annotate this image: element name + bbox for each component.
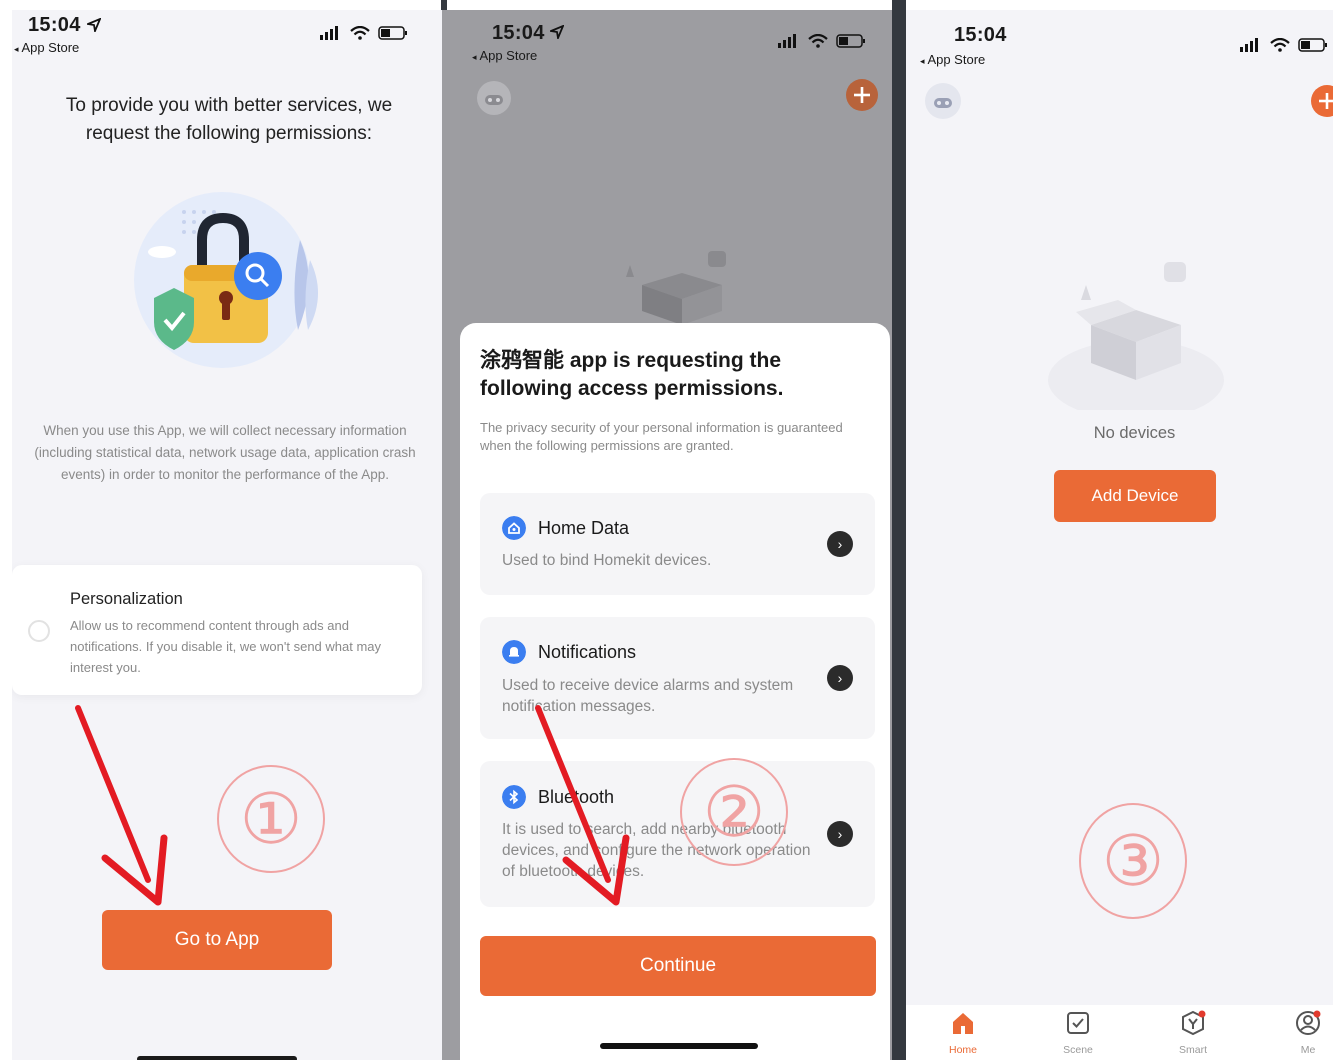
personalization-toggle[interactable] xyxy=(28,620,50,642)
back-caret-icon: ◂ xyxy=(920,56,925,66)
battery-icon xyxy=(1298,38,1327,52)
permission-request-subtitle: The privacy security of your personal in… xyxy=(480,420,843,453)
back-label: App Store xyxy=(21,40,80,55)
separator xyxy=(892,0,906,1060)
no-devices-text: No devices xyxy=(1093,424,1176,442)
tab-label: Scene xyxy=(1063,1044,1093,1056)
security-lock-illustration xyxy=(134,192,319,368)
add-plus-icon[interactable] xyxy=(845,78,879,112)
back-to-app-store[interactable]: ◂ App Store xyxy=(920,52,985,67)
home-data-icon xyxy=(502,516,526,540)
status-time: 15:04 xyxy=(28,14,81,36)
back-to-app-store[interactable]: ◂ App Store xyxy=(14,40,79,55)
tab-home[interactable]: Home xyxy=(928,1009,998,1056)
tab-label: Me xyxy=(1300,1044,1316,1056)
empty-box-icon xyxy=(1048,262,1224,410)
permission-item-home-data[interactable]: Home Data Used to bind Homekit devices. … xyxy=(480,493,875,595)
tab-smart[interactable]: Smart xyxy=(1158,1009,1228,1056)
tab-scene[interactable]: Scene xyxy=(1043,1009,1113,1056)
permission-item-notifications[interactable]: Notifications Used to receive device ala… xyxy=(480,617,875,739)
signal-icon xyxy=(1240,38,1258,52)
permission-title: Home Data xyxy=(538,518,630,538)
profile-icon xyxy=(1296,1010,1321,1035)
battery-icon xyxy=(378,26,407,40)
permission-item-bluetooth[interactable]: Bluetooth It is used to search, add near… xyxy=(480,761,875,907)
personalization-card[interactable]: Personalization Allow us to recommend co… xyxy=(12,565,422,695)
back-to-app-store[interactable]: ◂ App Store xyxy=(472,48,537,63)
screen-permissions-intro: 15:04 ◂ App Store To provide you with be… xyxy=(12,10,442,1060)
personalization-description: Allow us to recommend content through ad… xyxy=(70,618,382,675)
bluetooth-icon xyxy=(502,785,526,809)
signal-icon xyxy=(320,26,338,40)
data-collection-info: When you use this App, we will collect n… xyxy=(34,423,416,482)
chevron-right-icon[interactable]: › xyxy=(827,821,853,847)
wifi-icon xyxy=(1270,38,1290,52)
personalization-title: Personalization xyxy=(70,590,183,608)
add-device-button[interactable]: Add Device xyxy=(1054,470,1216,522)
back-label: App Store xyxy=(927,52,986,67)
back-label: App Store xyxy=(479,48,538,63)
home-indicator xyxy=(137,1056,297,1060)
empty-box-icon xyxy=(626,251,726,325)
chevron-right-icon[interactable]: › xyxy=(827,665,853,691)
status-time: 15:04 xyxy=(954,24,1007,46)
step-marker-1: ① xyxy=(217,765,325,873)
step-marker-2: ② xyxy=(680,758,788,866)
back-caret-icon: ◂ xyxy=(472,52,477,62)
screen-access-permissions: 15:04 ◂ App Store 涂鸦智能 app is requesting… xyxy=(442,10,892,1060)
permission-title: Notifications xyxy=(538,642,637,662)
wifi-icon xyxy=(808,34,828,48)
wifi-icon xyxy=(350,26,370,40)
tab-me[interactable]: Me xyxy=(1273,1009,1333,1056)
continue-button[interactable]: Continue xyxy=(480,936,876,996)
step-marker-3: ③ xyxy=(1079,803,1187,919)
notifications-icon xyxy=(502,640,526,664)
permission-request-title: 涂鸦智能 app is requesting the following acc… xyxy=(480,349,784,400)
add-plus-icon[interactable] xyxy=(1310,84,1333,118)
home-indicator xyxy=(600,1043,758,1049)
location-arrow-icon xyxy=(550,25,564,39)
location-arrow-icon xyxy=(87,18,101,32)
status-icons xyxy=(778,34,866,48)
smart-icon xyxy=(1182,1010,1206,1036)
chevron-right-icon[interactable]: › xyxy=(827,531,853,557)
status-time: 15:04 xyxy=(492,22,545,44)
screen-home-no-devices: 15:04 ◂ App Store No devices Add Device … xyxy=(906,10,1333,1060)
status-icons xyxy=(1240,38,1328,52)
permission-description: Used to bind Homekit devices. xyxy=(502,552,712,569)
permission-description: Used to receive device alarms and system… xyxy=(502,677,794,715)
battery-icon xyxy=(836,34,865,48)
avatar-icon[interactable] xyxy=(924,82,962,120)
signal-icon xyxy=(778,34,796,48)
bottom-tab-bar: Home Scene Smart Me xyxy=(906,1005,1333,1060)
tab-label: Smart xyxy=(1178,1044,1207,1056)
tab-label: Home xyxy=(948,1044,977,1056)
home-icon xyxy=(953,1013,973,1034)
go-to-app-button[interactable]: Go to App xyxy=(102,910,332,970)
status-icons xyxy=(320,26,408,40)
permissions-heading: To provide you with better services, we … xyxy=(65,95,393,144)
scene-icon xyxy=(1067,1012,1089,1034)
back-caret-icon: ◂ xyxy=(14,44,19,54)
avatar-icon[interactable] xyxy=(476,80,512,116)
permission-title: Bluetooth xyxy=(538,787,615,807)
